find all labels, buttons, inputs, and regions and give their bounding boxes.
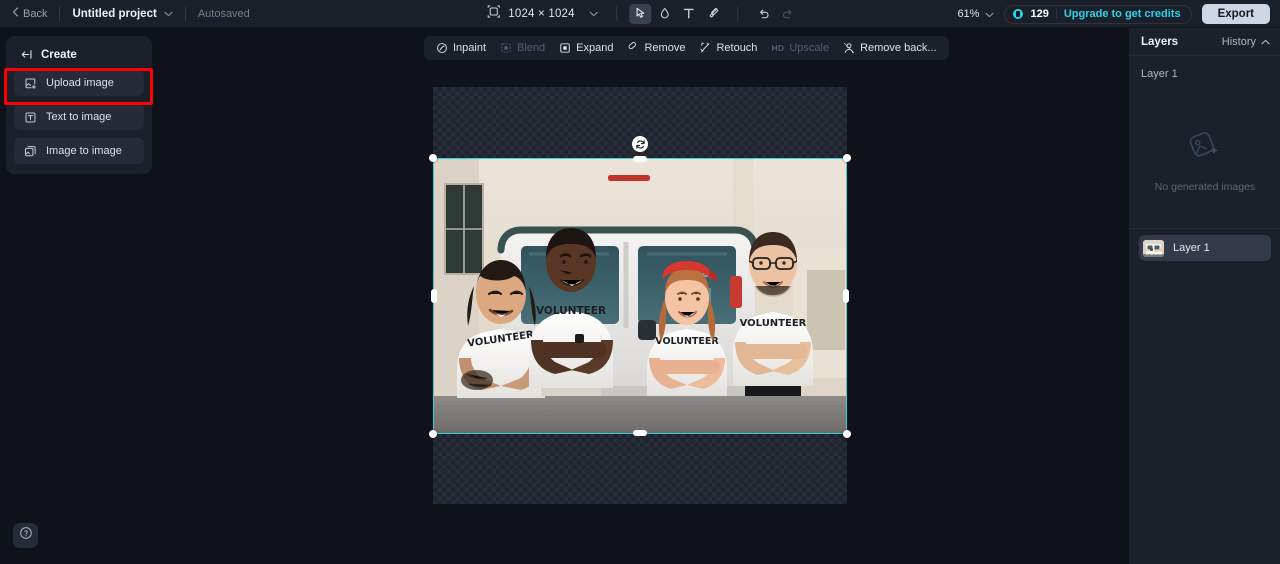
inpaint-button[interactable]: Inpaint: [430, 39, 492, 57]
active-layer-label: Layer 1: [1141, 68, 1178, 80]
canvas-size-icon: [487, 4, 500, 23]
edit-item-label: Upscale: [789, 42, 830, 54]
help-button[interactable]: [13, 523, 38, 548]
chevron-left-icon: [12, 7, 19, 20]
layers-panel-header: Layers History: [1129, 28, 1280, 56]
svg-text:VOLUNTEER: VOLUNTEER: [655, 336, 719, 347]
edit-item-label: Retouch: [716, 42, 758, 54]
image-to-image-icon: [24, 145, 37, 158]
layer-list-item[interactable]: Layer 1: [1139, 235, 1271, 261]
left-sidebar: Create Upload image Text to image Image …: [6, 36, 152, 174]
sidebar-item-label: Upload image: [46, 77, 114, 89]
svg-text:VOLUNTEER: VOLUNTEER: [536, 305, 606, 317]
layer-name-label: Layer 1: [1173, 242, 1210, 254]
chevron-up-icon: [1261, 36, 1270, 48]
layer-thumbnail: [1143, 239, 1164, 257]
sidebar-item-label: Image to image: [46, 145, 122, 157]
zoom-level-button[interactable]: 61%: [957, 5, 995, 23]
blend-button[interactable]: Blend: [494, 39, 551, 57]
remove-background-icon: [843, 42, 855, 54]
no-images-placeholder-icon: [1187, 128, 1223, 167]
edit-item-label: Remove back...: [860, 42, 937, 54]
top-bar-left: Back Untitled project Autosaved: [0, 6, 250, 21]
divider: [59, 6, 61, 21]
history-toggle[interactable]: History: [1222, 36, 1270, 48]
retouch-button[interactable]: Retouch: [693, 39, 763, 57]
chevron-down-icon: [590, 9, 599, 19]
create-label: Create: [41, 48, 77, 61]
divider: [1055, 9, 1057, 19]
expand-icon: [559, 42, 571, 54]
blend-icon: [500, 42, 512, 54]
canvas-area[interactable]: Inpaint Blend Expand Remove Retouch HD U…: [158, 28, 1124, 564]
back-button[interactable]: Back: [12, 7, 47, 20]
zoom-level-label: 61%: [957, 8, 980, 20]
divider: [737, 6, 739, 21]
empty-state-text: No generated images: [1154, 181, 1256, 193]
text-to-image-icon: [24, 111, 37, 124]
chevron-down-icon: [985, 5, 995, 23]
app-root: Back Untitled project Autosaved 1024 × 1…: [0, 0, 1280, 564]
create-panel-header[interactable]: Create: [14, 44, 144, 70]
text-tool-button[interactable]: [678, 4, 700, 24]
canvas-size-button[interactable]: 1024 × 1024: [481, 2, 604, 26]
edit-item-label: Expand: [576, 42, 614, 54]
edit-toolbar: Inpaint Blend Expand Remove Retouch HD U…: [424, 36, 949, 60]
right-panel: Layers History Layer 1 No generated imag…: [1128, 28, 1280, 564]
edit-item-label: Remove: [644, 42, 686, 54]
tool-group: [629, 3, 799, 24]
history-label: History: [1221, 35, 1256, 48]
sidebar-item-label: Text to image: [46, 111, 112, 123]
top-bar-right: 61% 129 Upgrade to get credits Export: [957, 0, 1270, 28]
layers-panel-title: Layers: [1141, 35, 1179, 48]
hd-upscale-icon: HD: [771, 43, 785, 53]
canvas-size-label: 1024 × 1024: [508, 7, 575, 20]
autosaved-status: Autosaved: [197, 7, 250, 20]
eraser-icon: [627, 42, 639, 54]
retouch-icon: [699, 42, 711, 54]
question-mark-help-icon: [19, 526, 33, 545]
svg-text:VOLUNTEER: VOLUNTEER: [740, 318, 807, 329]
sidebar-item-upload-image[interactable]: Upload image: [14, 70, 144, 96]
credits-pill[interactable]: 129 Upgrade to get credits: [1004, 4, 1192, 24]
collapse-panel-icon: [20, 48, 33, 61]
edit-item-label: Inpaint: [453, 42, 487, 54]
brush-tool-button[interactable]: [702, 4, 724, 24]
upscale-button[interactable]: HD Upscale: [765, 39, 835, 57]
divider: [184, 6, 186, 21]
export-button[interactable]: Export: [1201, 4, 1270, 24]
canvas-image[interactable]: ST VOLUNTEER: [433, 158, 847, 434]
chevron-down-icon: [164, 9, 173, 19]
back-label: Back: [23, 7, 48, 20]
volunteers-photo: ST VOLUNTEER: [433, 158, 847, 434]
top-bar-center-tools: 1024 × 1024: [481, 2, 798, 26]
project-name-label: Untitled project: [72, 7, 157, 20]
select-tool-button[interactable]: [629, 3, 652, 24]
top-bar: Back Untitled project Autosaved 1024 × 1…: [0, 0, 1280, 28]
divider: [616, 6, 618, 21]
project-name-button[interactable]: Untitled project: [72, 7, 173, 20]
edit-item-label: Blend: [517, 42, 546, 54]
empty-state: No generated images: [1129, 128, 1280, 193]
upgrade-link[interactable]: Upgrade to get credits: [1064, 8, 1181, 20]
undo-button[interactable]: [753, 4, 775, 24]
expand-button[interactable]: Expand: [553, 39, 619, 57]
coin-icon: [1013, 9, 1024, 19]
sidebar-item-text-to-image[interactable]: Text to image: [14, 104, 144, 130]
remove-background-button[interactable]: Remove back...: [837, 39, 942, 57]
credits-count: 129: [1030, 8, 1049, 20]
sidebar-item-image-to-image[interactable]: Image to image: [14, 138, 144, 164]
remove-button[interactable]: Remove: [621, 39, 691, 57]
redo-button[interactable]: [777, 4, 799, 24]
inpaint-icon: [436, 42, 448, 54]
divider: [1129, 228, 1280, 229]
shape-tool-button[interactable]: [654, 4, 676, 24]
upload-image-icon: [24, 77, 37, 90]
